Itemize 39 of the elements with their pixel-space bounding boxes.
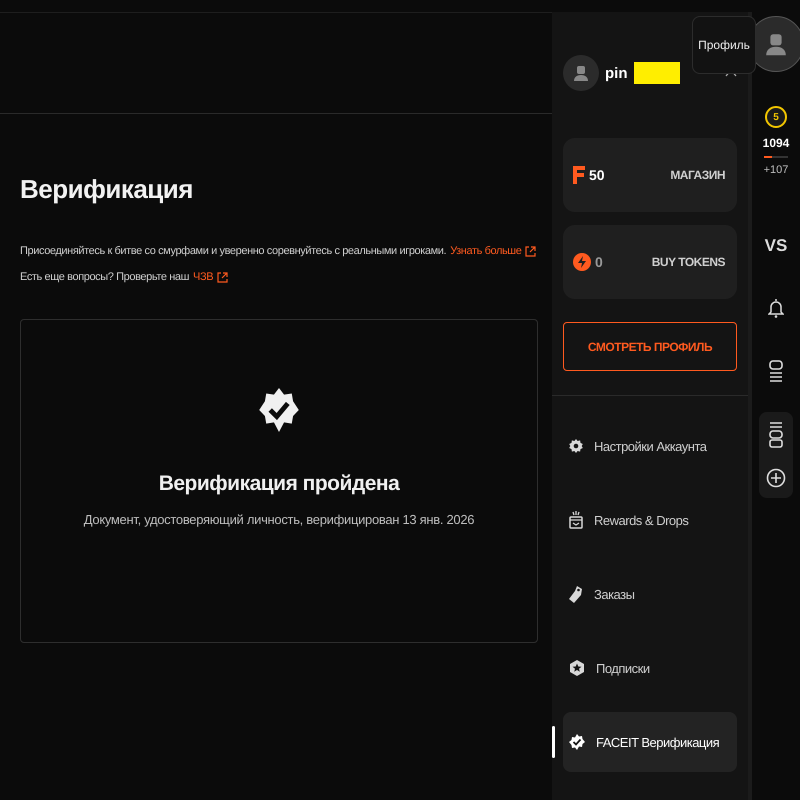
balance-amount: 50 xyxy=(589,167,606,183)
menu-item[interactable]: Заказы xyxy=(563,564,737,624)
elo-value: 1094 xyxy=(762,136,790,150)
card-subtitle: Документ, удостоверяющий личность, верифицирован 13 янв. 2026 xyxy=(84,512,474,527)
selection-indicator xyxy=(552,726,555,758)
user-icon xyxy=(571,63,591,83)
balance-action-button[interactable]: BUY TOKENS xyxy=(652,255,725,269)
page-title: Верификация xyxy=(20,174,194,205)
faq-text: Есть еще вопросы? Проверьте наш xyxy=(20,271,190,283)
username: pin xyxy=(605,64,628,82)
tooltip: Профиль xyxy=(692,16,756,74)
level-badge: 5 xyxy=(765,106,787,128)
versus-button[interactable]: VS xyxy=(764,236,788,256)
menu-item[interactable]: Rewards & Drops xyxy=(563,490,737,550)
gift-box-icon xyxy=(568,511,584,529)
add-icon[interactable] xyxy=(766,468,786,488)
balance-action-button[interactable]: МАГАЗИН xyxy=(670,168,725,182)
star-badge-icon xyxy=(568,659,586,677)
party-icon[interactable] xyxy=(768,422,784,448)
external-link-icon xyxy=(525,246,536,256)
verified-badge-icon xyxy=(568,733,586,751)
elo-gain: +107 xyxy=(764,164,788,176)
view-profile-button[interactable]: СМОТРЕТЬ ПРОФИЛЬ xyxy=(563,322,737,371)
balance-amount: 0 xyxy=(595,254,604,270)
party-icon[interactable] xyxy=(769,360,783,382)
lightning-coin-icon xyxy=(573,253,591,271)
bell-icon[interactable] xyxy=(768,298,784,318)
intro-text: Присоединяйтесь к битве со смурфами и уверенно соревнуйтесь с реальными игроками. xyxy=(20,245,446,257)
points-icon xyxy=(573,166,585,184)
verified-badge-icon xyxy=(259,388,299,432)
menu-item[interactable]: Подписки xyxy=(563,638,737,698)
menu-item[interactable]: Настройки Аккаунта xyxy=(563,416,737,476)
external-link-icon xyxy=(217,272,228,282)
menu-item[interactable]: FACEIT Верификация xyxy=(563,712,737,772)
learn-more-link[interactable]: Узнать больше xyxy=(450,245,522,257)
tag-icon xyxy=(568,585,584,603)
card-title: Верификация пройдена xyxy=(158,472,400,496)
gear-icon xyxy=(568,438,584,454)
faq-link[interactable]: ЧЗВ xyxy=(193,271,214,283)
